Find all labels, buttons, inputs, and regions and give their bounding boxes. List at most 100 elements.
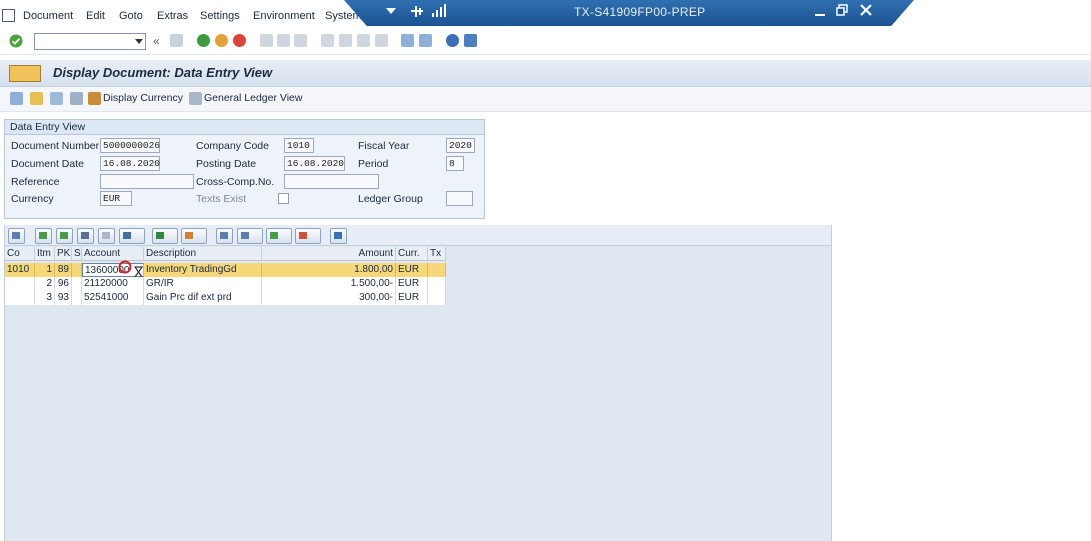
window-title-bar: TX-S41909FP00-PREP (344, 0, 914, 26)
last-page-icon[interactable] (375, 34, 388, 47)
cell-account[interactable]: 21120000 (82, 277, 144, 291)
overview-icon[interactable] (30, 92, 43, 105)
reference-field[interactable] (100, 174, 194, 189)
fiscal-year-field[interactable]: 2020 (446, 138, 475, 153)
period-label: Period (358, 158, 389, 170)
currency-icon (88, 92, 101, 105)
cell-s (72, 291, 82, 305)
page-title: Display Document: Data Entry View (53, 65, 273, 80)
menu-environment[interactable]: Environment (253, 10, 315, 22)
column-header-description[interactable]: Description (144, 247, 262, 260)
column-header-amount[interactable]: Amount (262, 247, 396, 260)
document-menu-icon[interactable] (2, 9, 15, 22)
menu-edit[interactable]: Edit (86, 10, 105, 22)
data-entry-view-box: Data Entry View Document Number 50000000… (4, 119, 485, 219)
posting-date-label: Posting Date (196, 158, 257, 170)
document-icon[interactable] (9, 65, 41, 82)
display-currency-button[interactable]: Display Currency (103, 92, 183, 104)
cell-item: 3 (35, 291, 55, 305)
cell-description: Inventory TradingGd (144, 263, 262, 277)
print-icon[interactable] (260, 34, 273, 47)
column-header-co[interactable]: Co (5, 247, 35, 260)
cell-co (5, 277, 35, 291)
restore-icon[interactable] (836, 4, 848, 16)
cell-account[interactable]: 52541000 (82, 291, 144, 305)
period-field[interactable]: 8 (446, 156, 464, 171)
company-code-field[interactable]: 1010 (284, 138, 314, 153)
next-page-icon[interactable] (357, 34, 370, 47)
texts-exist-label: Texts Exist (196, 193, 247, 205)
sort-ascending-icon[interactable] (35, 228, 52, 244)
cell-co: 1010 (5, 263, 35, 277)
document-date-label: Document Date (11, 158, 84, 170)
cell-item: 1 (35, 263, 55, 277)
create-session-icon[interactable] (401, 34, 414, 47)
menu-document[interactable]: Document (23, 10, 73, 22)
fiscal-year-label: Fiscal Year (358, 140, 410, 152)
standard-toolbar: « (0, 30, 1091, 55)
column-header-currency[interactable]: Curr. (396, 247, 428, 260)
currency-field[interactable]: EUR (100, 191, 132, 206)
dropdown-arrow-icon[interactable] (386, 8, 396, 16)
title-area: Display Document: Data Entry View (0, 60, 1091, 87)
first-page-icon[interactable] (321, 34, 334, 47)
find-icon[interactable] (77, 228, 94, 244)
texts-exist-checkbox[interactable] (278, 193, 289, 204)
shortcut-icon[interactable] (419, 34, 432, 47)
select-icon[interactable] (50, 92, 63, 105)
signal-icon (432, 4, 446, 17)
cell-currency: EUR (396, 263, 428, 277)
exit-icon[interactable] (215, 34, 228, 47)
column-header-pk[interactable]: PK (55, 247, 72, 260)
reference-label: Reference (11, 176, 60, 188)
chevron-down-icon[interactable] (135, 39, 143, 44)
find-next-icon[interactable] (294, 34, 307, 47)
document-number-field[interactable]: 5000000026 (100, 138, 160, 153)
menu-extras[interactable]: Extras (157, 10, 188, 22)
close-icon[interactable] (860, 4, 872, 16)
minimize-icon[interactable] (814, 7, 826, 17)
cell-description: Gain Prc dif ext prd (144, 291, 262, 305)
export-icon[interactable] (237, 228, 263, 244)
command-field[interactable] (34, 33, 146, 50)
ledger-icon (189, 92, 202, 105)
filter-icon[interactable] (119, 228, 145, 244)
menu-settings[interactable]: Settings (200, 10, 240, 22)
posting-date-field[interactable]: 16.08.2020 (284, 156, 345, 171)
ledger-group-field[interactable] (446, 191, 473, 206)
table-row[interactable]: 3 93 52541000 Gain Prc dif ext prd 300,0… (5, 291, 446, 305)
enter-check-icon[interactable] (9, 34, 23, 48)
save-icon[interactable] (170, 34, 183, 47)
help-icon[interactable] (446, 34, 459, 47)
previous-page-icon[interactable] (339, 34, 352, 47)
cell-currency: EUR (396, 291, 428, 305)
display-change-icon[interactable] (10, 92, 23, 105)
table-row[interactable]: 2 96 21120000 GR/IR 1.500,00- EUR (5, 277, 446, 291)
details-icon[interactable] (8, 228, 25, 244)
table-row[interactable]: 1010 1 89 13600000 Inventory TradingGd 1… (5, 263, 446, 277)
print-preview-icon[interactable] (216, 228, 233, 244)
column-header-s[interactable]: S (72, 247, 82, 260)
document-date-field[interactable]: 16.08.2020 (100, 156, 160, 171)
find-icon[interactable] (277, 34, 290, 47)
collapse-icon[interactable]: « (153, 34, 160, 48)
cell-tx (428, 291, 446, 305)
general-ledger-view-button[interactable]: General Ledger View (204, 92, 302, 104)
menu-goto[interactable]: Goto (119, 10, 143, 22)
column-header-item[interactable]: Itm (35, 247, 55, 260)
pin-icon[interactable] (410, 5, 424, 18)
info-icon[interactable] (330, 228, 347, 244)
sort-descending-icon[interactable] (56, 228, 73, 244)
cross-comp-field[interactable] (284, 174, 379, 189)
back-icon[interactable] (197, 34, 210, 47)
cancel-icon[interactable] (233, 34, 246, 47)
layout-icon[interactable] (295, 228, 321, 244)
document-header-icon[interactable] (70, 92, 83, 105)
subtotal-icon[interactable] (181, 228, 207, 244)
cell-tx (428, 277, 446, 291)
views-icon[interactable] (266, 228, 292, 244)
customize-layout-icon[interactable] (464, 34, 477, 47)
total-icon[interactable] (152, 228, 178, 244)
find-next-icon[interactable] (98, 228, 115, 244)
column-header-tx[interactable]: Tx (428, 247, 446, 260)
